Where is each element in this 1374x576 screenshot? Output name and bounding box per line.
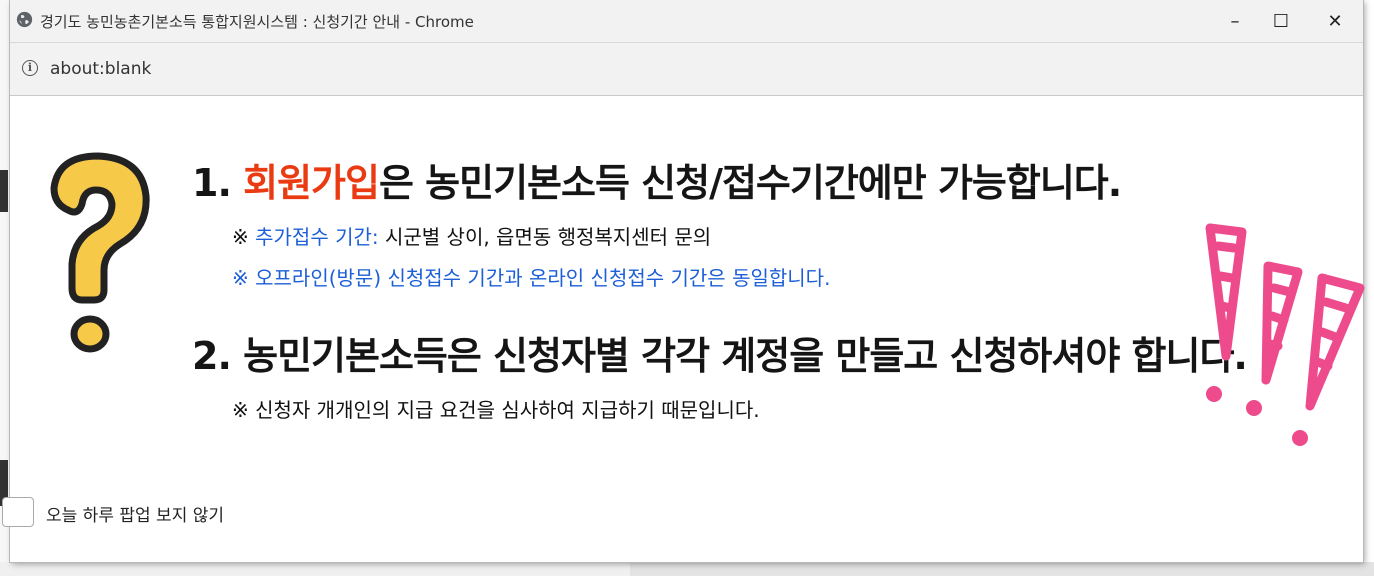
note-marker: ※	[232, 225, 256, 249]
globe-icon	[16, 11, 33, 28]
minimize-button[interactable]: –	[1213, 6, 1257, 36]
note-additional-period: ※ 추가접수 기간: 시군별 상이, 읍면동 행정복지센터 문의	[232, 221, 711, 250]
minimize-icon: –	[1230, 10, 1240, 32]
dont-show-today-label[interactable]: 오늘 하루 팝업 보지 않기	[46, 501, 224, 526]
close-icon: ✕	[1327, 10, 1343, 32]
title-bar: 경기도 농민농촌기본소득 통합지원시스템 : 신청기간 안내 - Chrome …	[10, 0, 1363, 43]
info-icon[interactable]: i	[22, 60, 38, 76]
note-review-reason: ※ 신청자 개개인의 지급 요건을 심사하여 지급하기 때문입니다.	[232, 398, 760, 422]
exclamation-marks-illustration	[1205, 223, 1365, 446]
close-button[interactable]: ✕	[1313, 6, 1357, 36]
dont-show-today-checkbox[interactable]	[2, 497, 34, 527]
background-gray-panel	[630, 562, 1374, 576]
line-1-number: 1.	[192, 161, 232, 205]
popup-window: 경기도 농민농촌기본소득 통합지원시스템 : 신청기간 안내 - Chrome …	[2, 0, 1365, 562]
window-title: 경기도 농민농촌기본소득 통합지원시스템 : 신청기간 안내 - Chrome	[40, 13, 474, 31]
notice-line-2: 2. 농민기본소득은 신청자별 각각 계정을 만들고 신청하셔야 합니다.	[192, 334, 1248, 378]
notice-content: 1. 회원가입은 농민기본소득 신청/접수기간에만 가능합니다. ※ 추가접수 …	[2, 96, 1365, 562]
background-page-bottom	[0, 562, 1374, 576]
background-page-fragment	[0, 170, 8, 212]
maximize-icon: ☐	[1272, 10, 1290, 32]
note-label: 추가접수 기간:	[255, 225, 379, 249]
address-bar: i about:blank	[10, 43, 1363, 96]
notice-line-1: 1. 회원가입은 농민기본소득 신청/접수기간에만 가능합니다.	[192, 152, 1122, 207]
maximize-button[interactable]: ☐	[1259, 6, 1303, 36]
signup-highlight: 회원가입	[243, 161, 380, 205]
note-offline-period: ※ 오프라인(방문) 신청접수 기간과 온라인 신청접수 기간은 동일합니다.	[232, 266, 831, 290]
line-1-text: 은 농민기본소득 신청/접수기간에만 가능합니다.	[378, 161, 1122, 205]
question-mark-illustration	[50, 152, 150, 353]
url-text[interactable]: about:blank	[50, 59, 151, 79]
note-text: 시군별 상이, 읍면동 행정복지센터 문의	[378, 225, 712, 249]
